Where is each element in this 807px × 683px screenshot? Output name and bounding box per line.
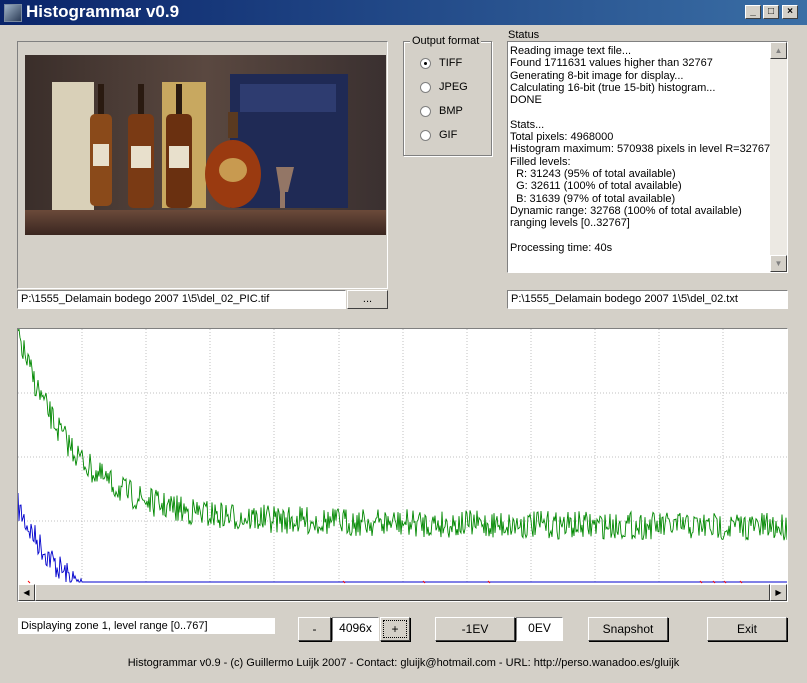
status-line: Reading image text file... bbox=[510, 45, 632, 57]
status-line: ranging levels [0..32767] bbox=[510, 217, 630, 230]
status-line bbox=[510, 106, 768, 118]
zoom-in-button[interactable]: + bbox=[380, 617, 410, 641]
output-format-group: Output format TIFF JPEG BMP GIF bbox=[403, 35, 492, 156]
status-line bbox=[510, 229, 768, 241]
browse-button[interactable]: ... bbox=[347, 290, 388, 309]
image-preview-panel bbox=[17, 41, 388, 289]
zone-info: Displaying zone 1, level range [0..767] bbox=[17, 617, 276, 635]
histogram-red-mark bbox=[712, 580, 716, 584]
scroll-left-button[interactable]: ◀ bbox=[18, 584, 35, 601]
format-label-bmp: BMP bbox=[439, 105, 463, 117]
ev-value-field[interactable]: 0EV bbox=[516, 617, 563, 641]
title-bar[interactable]: Histogrammar v0.9 _ □ × bbox=[0, 0, 807, 25]
histogram-red-mark bbox=[739, 580, 743, 584]
maximize-button[interactable]: □ bbox=[763, 5, 779, 19]
format-label-gif: GIF bbox=[439, 129, 458, 141]
scroll-thumb[interactable] bbox=[35, 584, 770, 601]
status-line: Stats... bbox=[510, 118, 545, 131]
zoom-value-field[interactable]: 4096x bbox=[332, 617, 379, 641]
status-line: B: 31639 (97% of total available) bbox=[510, 192, 676, 205]
histogram-red-mark bbox=[342, 580, 346, 584]
output-format-legend: Output format bbox=[410, 35, 482, 47]
zoom-out-button[interactable]: - bbox=[298, 617, 331, 641]
image-preview bbox=[25, 55, 386, 235]
status-scrollbar[interactable]: ▲ ▼ bbox=[770, 42, 787, 272]
status-line: G: 32611 (100% of total available) bbox=[510, 180, 682, 193]
histogram-plot bbox=[18, 329, 787, 584]
status-line: Histogram maximum: 570938 pixels in leve… bbox=[510, 143, 771, 156]
radio-button-gif[interactable] bbox=[420, 129, 431, 141]
format-label-tiff: TIFF bbox=[439, 57, 463, 69]
status-line: Total pixels: 4968000 bbox=[510, 131, 614, 144]
status-log[interactable]: Reading image text file... Found 1711631 … bbox=[507, 41, 788, 273]
format-option-tiff[interactable]: TIFF bbox=[420, 55, 462, 71]
format-option-gif[interactable]: GIF bbox=[420, 127, 457, 143]
close-button[interactable]: × bbox=[782, 5, 798, 19]
scroll-down-button[interactable]: ▼ bbox=[770, 255, 787, 272]
footer-credits: Histogrammar v0.9 - (c) Guillermo Luijk … bbox=[127, 657, 680, 669]
text-file-path-field[interactable]: P:\1555_Delamain bodego 2007 1\5\del_02.… bbox=[507, 290, 788, 309]
histogram-panel: ◀ ▶ bbox=[17, 328, 788, 602]
image-path-field[interactable]: P:\1555_Delamain bodego 2007 1\5\del_02_… bbox=[17, 290, 346, 309]
status-line: Filled levels: bbox=[510, 155, 571, 168]
app-icon[interactable] bbox=[4, 4, 22, 22]
format-option-bmp[interactable]: BMP bbox=[420, 103, 463, 119]
status-line: Generating 8-bit image for display... bbox=[510, 69, 684, 82]
status-line: DONE bbox=[510, 94, 542, 107]
histogram-red-mark bbox=[699, 580, 703, 584]
status-label: Status bbox=[508, 29, 540, 41]
status-log-text: Reading image text file... Found 1711631 … bbox=[510, 45, 771, 254]
window-title: Histogrammar v0.9 bbox=[26, 2, 180, 21]
format-option-jpeg[interactable]: JPEG bbox=[420, 79, 468, 95]
histogram-red-mark bbox=[422, 580, 426, 584]
format-label-jpeg: JPEG bbox=[439, 81, 468, 93]
histogram-red-mark bbox=[27, 580, 31, 584]
radio-button-tiff[interactable] bbox=[420, 57, 431, 69]
radio-button-jpeg[interactable] bbox=[420, 81, 431, 93]
status-line: R: 31243 (95% of total available) bbox=[510, 167, 676, 180]
histogram-red-mark bbox=[723, 580, 727, 584]
main-window: Histogrammar v0.9 _ □ × P:\1555_Delamain… bbox=[0, 0, 807, 683]
minimize-button[interactable]: _ bbox=[745, 5, 761, 19]
scroll-right-button[interactable]: ▶ bbox=[770, 584, 787, 601]
exit-button[interactable]: Exit bbox=[707, 617, 787, 641]
minus-ev-button[interactable]: -1EV bbox=[435, 617, 515, 641]
status-line: Dynamic range: 32768 (100% of total avai… bbox=[510, 204, 742, 217]
scroll-up-button[interactable]: ▲ bbox=[770, 42, 787, 59]
histogram-red-mark bbox=[487, 580, 491, 584]
status-line: Processing time: 40s bbox=[510, 241, 613, 254]
radio-button-bmp[interactable] bbox=[420, 105, 431, 117]
histogram-scrollbar[interactable]: ◀ ▶ bbox=[18, 584, 787, 601]
snapshot-button[interactable]: Snapshot bbox=[588, 617, 668, 641]
status-line: Calculating 16-bit (true 15-bit) histogr… bbox=[510, 81, 716, 94]
status-line: Found 1711631 values higher than 32767 bbox=[510, 57, 713, 70]
